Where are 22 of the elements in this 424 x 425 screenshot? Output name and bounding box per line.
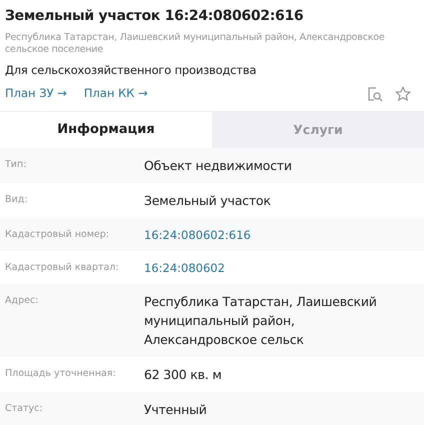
- field-value: Учтенный: [144, 401, 208, 419]
- location-text: Республика Татарстан, Лаишевский муниципальный район, Александровское сельское поселение: [5, 32, 386, 56]
- field-value-link[interactable]: 16:24:080602:616: [144, 227, 251, 243]
- field-value: Объект недвижимости: [144, 157, 293, 175]
- field-label: Кадастровый квартал:: [4, 261, 120, 275]
- field-label: Адрес:: [4, 294, 40, 308]
- search-document-icon[interactable]: [367, 86, 383, 102]
- field-label: Тип:: [4, 158, 28, 172]
- page-title: Земельный участок 16:24:080602:616: [5, 7, 304, 26]
- field-value: Земельный участок: [144, 192, 272, 210]
- star-icon[interactable]: [395, 86, 411, 102]
- purpose-text: Для сельскохозяйственного производства: [5, 62, 258, 78]
- plan-link[interactable]: План КК →: [84, 85, 148, 103]
- field-value-link[interactable]: 16:24:080602: [144, 260, 225, 276]
- plan-link[interactable]: План ЗУ →: [5, 85, 67, 103]
- field-value: 62 300 кв. м: [144, 366, 223, 384]
- field-label: Кадастровый номер:: [4, 228, 110, 242]
- field-value: Республика Татарстан, Лаишевский муниципальный район, Александровское сельск: [144, 293, 378, 349]
- field-label: Вид:: [4, 193, 28, 207]
- field-label: Площадь уточненная:: [4, 367, 117, 381]
- tab[interactable]: Услуги: [212, 112, 424, 148]
- field-label: Статус:: [4, 402, 44, 416]
